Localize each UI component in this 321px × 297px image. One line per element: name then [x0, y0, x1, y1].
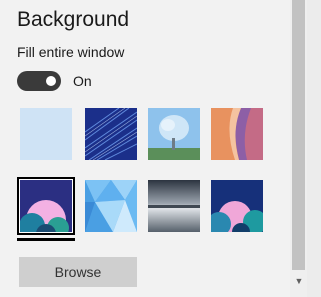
background-tile-bubbles-navy[interactable] [211, 180, 263, 232]
toggle-knob [46, 76, 56, 86]
background-tile-blue-low-poly[interactable] [85, 180, 137, 232]
toggle-state-label: On [73, 73, 92, 89]
scroll-down-arrow-icon[interactable]: ▼ [293, 276, 305, 286]
fill-window-label: Fill entire window [17, 44, 125, 60]
selected-indicator [17, 238, 75, 241]
scrollbar-thumb[interactable] [292, 0, 305, 270]
background-settings-panel: Background Fill entire window On Browse [0, 0, 290, 297]
background-tile-solid-light-blue[interactable] [20, 108, 72, 160]
background-tile-tree-under-blue-sky[interactable] [148, 108, 200, 160]
section-title: Background [17, 8, 130, 31]
background-tile-bubbles-dark-blue[interactable] [20, 180, 72, 232]
fill-window-toggle[interactable] [17, 71, 61, 91]
background-tile-misty-lake[interactable] [148, 180, 200, 232]
background-tile-canyon-rock[interactable] [211, 108, 263, 160]
background-tile-blue-light-streaks[interactable] [85, 108, 137, 160]
browse-button[interactable]: Browse [19, 257, 137, 287]
